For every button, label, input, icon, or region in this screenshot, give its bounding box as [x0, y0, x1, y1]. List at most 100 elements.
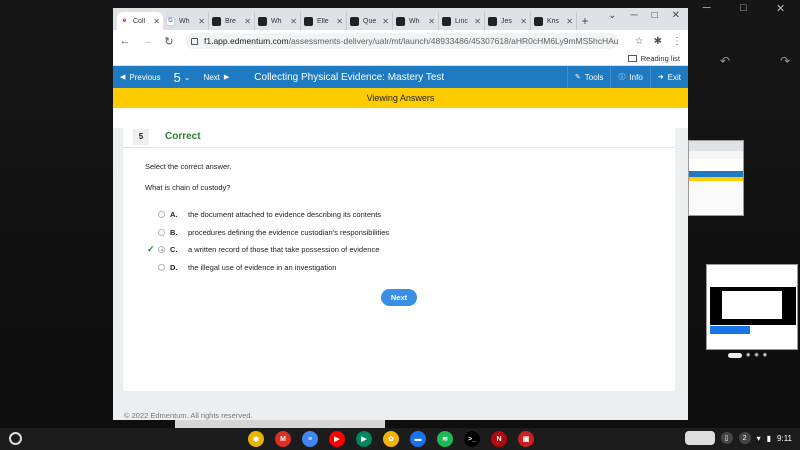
answer-status: Correct	[165, 131, 201, 142]
youtube-icon[interactable]: ▶	[329, 431, 345, 447]
info-button[interactable]: ⓘ Info	[610, 66, 649, 88]
window-controls: ⌄ ─ □ ✕	[608, 10, 688, 21]
forward-icon[interactable]: →	[141, 35, 153, 47]
answer-option[interactable]: A. the document attached to evidence desc…	[145, 206, 565, 224]
terminal-icon[interactable]: >_	[464, 431, 480, 447]
notification-count[interactable]: 2	[738, 432, 751, 444]
test-title: Collecting Physical Evidence: Mastery Te…	[254, 71, 445, 83]
play-store-icon[interactable]: ▶	[356, 431, 372, 447]
tools-button[interactable]: ✎ Tools	[566, 66, 611, 88]
redo-icon[interactable]: ↷	[780, 54, 790, 68]
bookmark-star-icon[interactable]: ☆	[635, 36, 644, 47]
maximize-icon[interactable]: □	[740, 2, 747, 14]
tab-close-icon[interactable]: ✕	[520, 17, 527, 26]
tab-strip: e Coll ✕ G Wh ✕ Bre ✕ Wh ✕ Elle ✕ Que ✕ Wh ✕ Linc ✕ Jes ✕ Kr…	[113, 8, 688, 30]
clock-time: 9:11	[777, 433, 792, 443]
screenshot-notification[interactable]	[706, 264, 798, 350]
address-bar: ← → ↻ f1.app.edmentum.com /assessments-d…	[113, 30, 688, 52]
radio-button[interactable]	[158, 263, 165, 271]
window-preview-thumbnail[interactable]	[688, 140, 744, 216]
url-input[interactable]: f1.app.edmentum.com /assessments-deliver…	[185, 33, 619, 49]
menu-icon[interactable]: ⋮	[672, 36, 682, 47]
close-icon[interactable]: ✕	[776, 2, 785, 15]
tab-label: Que	[363, 17, 377, 25]
brainly-icon	[442, 16, 451, 26]
brainly-icon	[304, 16, 313, 26]
browser-tab[interactable]: Wh ✕	[393, 12, 439, 30]
reading-list-link[interactable]: Reading list	[641, 54, 680, 63]
tab-close-icon[interactable]: ✕	[153, 17, 160, 26]
browser-tab[interactable]: Wh ✕	[255, 12, 301, 30]
files-icon[interactable]: ▬	[410, 431, 426, 447]
pen-tray-pill[interactable]	[684, 431, 715, 445]
photos-icon[interactable]: ✿	[383, 431, 399, 447]
minimize-icon[interactable]: ─	[703, 2, 711, 14]
exit-button[interactable]: ➜ Exit	[649, 66, 688, 88]
spotify-icon[interactable]: ≋	[437, 431, 453, 447]
minimize-icon[interactable]: ─	[630, 10, 637, 21]
tab-close-icon[interactable]: ✕	[198, 17, 205, 26]
status-tray[interactable]: ▯ 2 ▾ ▮ 9:11	[684, 431, 792, 445]
radio-button[interactable]	[158, 246, 165, 254]
back-icon[interactable]: ←	[119, 35, 131, 47]
answer-option[interactable]: B. procedures defining the evidence custo…	[145, 224, 565, 242]
tab-close-icon[interactable]: ✕	[290, 17, 297, 26]
browser-tab[interactable]: Bre ✕	[209, 12, 255, 30]
close-icon[interactable]: ✕	[672, 10, 680, 21]
brainly-icon	[488, 16, 497, 26]
browser-tab[interactable]: Linc ✕	[439, 12, 485, 30]
tab-label: Kris	[547, 17, 560, 25]
reading-list-icon[interactable]	[627, 55, 637, 62]
extensions-icon[interactable]: ✱	[654, 36, 662, 47]
question-prompt: What is chain of custody?	[145, 183, 231, 192]
docs-icon[interactable]: ≡	[302, 431, 318, 447]
tab-search-icon[interactable]: ⌄	[608, 10, 616, 21]
maximize-icon[interactable]: □	[652, 10, 658, 21]
reload-icon[interactable]: ↻	[163, 35, 175, 48]
tab-close-icon[interactable]: ✕	[428, 17, 435, 26]
tab-close-icon[interactable]: ✕	[566, 17, 573, 26]
undo-icon[interactable]: ↶	[720, 54, 730, 68]
tab-label: Wh	[409, 17, 420, 25]
wifi-icon: ▾	[756, 433, 761, 443]
browser-tab[interactable]: Kris ✕	[531, 12, 577, 30]
previous-button[interactable]: ◀ Previous	[113, 66, 168, 88]
wrench-icon: ✎	[574, 74, 581, 81]
tab-label: Wh	[271, 17, 282, 25]
info-icon: ⓘ	[618, 74, 626, 81]
launcher-icon[interactable]	[9, 432, 22, 445]
exit-icon: ➜	[657, 74, 664, 81]
answer-option[interactable]: D. the illegal use of evidence in an inve…	[145, 259, 565, 277]
question-selector[interactable]: 5 ⌄	[168, 70, 197, 85]
next-toolbar-button[interactable]: Next ▶	[196, 66, 236, 88]
radio-button[interactable]	[158, 228, 165, 236]
next-button[interactable]: Next	[381, 289, 417, 306]
gmail-icon[interactable]: M	[275, 431, 291, 447]
tab-close-icon[interactable]: ✕	[382, 17, 389, 26]
url-host: f1.app.edmentum.com	[204, 36, 289, 46]
browser-tab[interactable]: Elle ✕	[301, 12, 347, 30]
mini-status-area: ◉ ◉ ◉	[728, 352, 767, 358]
browser-tab[interactable]: Que ✕	[347, 12, 393, 30]
brainly-icon	[258, 16, 267, 26]
brainly-icon	[212, 16, 221, 26]
tab-label: Coll	[133, 17, 146, 25]
tab-close-icon[interactable]: ✕	[244, 17, 251, 26]
new-tab-button[interactable]: +	[577, 12, 593, 30]
browser-tab[interactable]: G Wh ✕	[163, 12, 209, 30]
tab-label: Wh	[179, 17, 190, 25]
browser-tab[interactable]: Jes ✕	[485, 12, 531, 30]
answer-options: A. the document attached to evidence desc…	[145, 206, 565, 276]
tab-close-icon[interactable]: ✕	[336, 17, 343, 26]
viewing-answers-banner: Viewing Answers	[113, 88, 688, 108]
brainly-icon	[534, 16, 543, 26]
browser-tab[interactable]: e Coll ✕	[117, 12, 163, 30]
radio-button[interactable]	[158, 211, 165, 219]
phone-hub-icon[interactable]: ▯	[720, 432, 733, 444]
netflix-icon[interactable]: N	[491, 431, 507, 447]
brainly-icon	[396, 16, 405, 26]
chrome-icon[interactable]: ◉	[248, 431, 264, 447]
tab-close-icon[interactable]: ✕	[474, 17, 481, 26]
answer-option[interactable]: ✓ C. a written record of those that take p…	[145, 241, 565, 259]
screenshot-icon[interactable]: ▣	[518, 431, 534, 447]
